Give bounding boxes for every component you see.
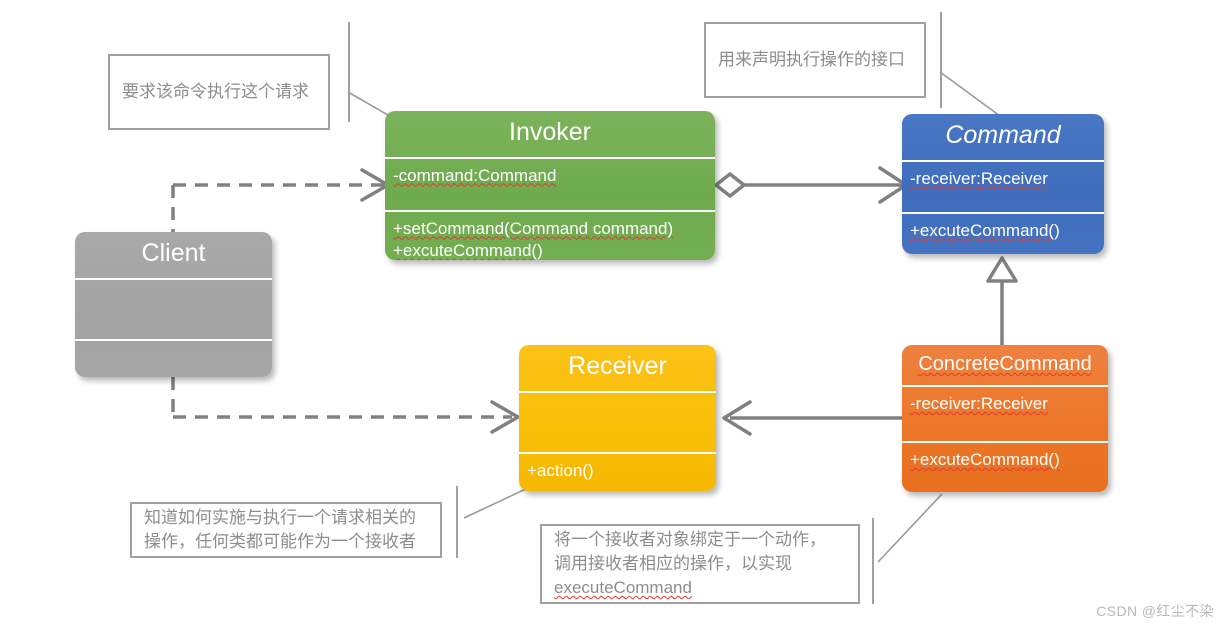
relation-client-to-invoker (173, 168, 390, 202)
class-methods-receiver: +action() (519, 454, 716, 490)
note-concretecommand: 将一个接收者对象绑定于一个动作， 调用接收者相应的操作，以实现 executeC… (540, 524, 860, 604)
note-receiver-line-2: 操作，任何类都可能作为一个接收者 (144, 532, 416, 551)
class-attributes-concretecommand: -receiver:Receiver (902, 387, 1108, 441)
note-bar-concretecommand (872, 518, 874, 604)
class-name-invoker: Invoker (509, 118, 591, 146)
watermark: CSDN @红尘不染 (1096, 603, 1214, 619)
class-box-client[interactable]: Client (75, 232, 272, 377)
note-bar-receiver (456, 486, 458, 558)
note-concretecommand-line-3: executeCommand (554, 578, 692, 598)
class-attributes-command: -receiver:Receiver (902, 162, 1104, 212)
class-name-client: Client (141, 239, 206, 267)
note-command-line-1: 用来声明执行操作的接口 (718, 49, 905, 69)
class-box-concretecommand[interactable]: ConcreteCommand -receiver:Receiver +excu… (902, 345, 1108, 492)
relation-concretecommand-to-receiver (722, 400, 902, 436)
class-methods-client (75, 341, 272, 378)
class-box-command[interactable]: Command -receiver:Receiver +excuteComman… (902, 114, 1104, 254)
attribute-row: -command:Command (393, 165, 557, 185)
method-row: +excuteCommand() (910, 220, 1060, 240)
attribute-row: -receiver:Receiver (910, 168, 1048, 188)
relation-concretecommand-to-command (986, 256, 1018, 345)
note-invoker: 要求该命令执行这个请求 (108, 54, 330, 130)
relation-client-to-receiver (173, 400, 520, 434)
method-row: +setCommand(Command command) (393, 218, 674, 238)
class-attributes-client (75, 280, 272, 339)
note-receiver: 知道如何实施与执行一个请求相关的 操作，任何类都可能作为一个接收者 (130, 502, 442, 558)
method-row: +action() (527, 460, 594, 480)
class-name-concretecommand: ConcreteCommand (918, 353, 1092, 375)
class-methods-command: +excuteCommand() (902, 214, 1104, 250)
note-bar-invoker (348, 22, 350, 122)
relation-invoker-to-command (714, 166, 908, 204)
class-box-invoker[interactable]: Invoker -command:Command +setCommand(Com… (385, 111, 715, 260)
class-attributes-invoker: -command:Command (385, 159, 715, 210)
class-attributes-receiver (519, 393, 716, 452)
class-name-receiver: Receiver (568, 352, 667, 380)
attribute-row: -receiver:Receiver (910, 394, 1048, 413)
note-bar-command (940, 12, 942, 108)
class-methods-invoker: +setCommand(Command command) +excuteComm… (385, 212, 715, 261)
note-concretecommand-line-2: 调用接收者相应的操作，以实现 (554, 553, 792, 573)
note-command: 用来声明执行操作的接口 (704, 22, 926, 98)
leader-concretecommand-note (877, 493, 943, 563)
class-name-command: Command (945, 121, 1061, 149)
class-box-receiver[interactable]: Receiver +action() (519, 345, 716, 491)
method-row: +excuteCommand() (393, 240, 543, 260)
note-receiver-line-1: 知道如何实施与执行一个请求相关的 (144, 507, 416, 527)
leader-receiver-note (463, 486, 531, 519)
note-concretecommand-line-1: 将一个接收者对象绑定于一个动作， (554, 529, 826, 549)
uml-diagram-canvas: 要求该命令执行这个请求 用来声明执行操作的接口 知道如何实施与执行一个请求相关的… (0, 0, 1224, 627)
note-invoker-line-1: 要求该命令执行这个请求 (122, 81, 309, 101)
class-methods-concretecommand: +excuteCommand() (902, 443, 1108, 479)
leader-command-note (939, 71, 1001, 117)
method-row: +excuteCommand() (910, 450, 1060, 469)
